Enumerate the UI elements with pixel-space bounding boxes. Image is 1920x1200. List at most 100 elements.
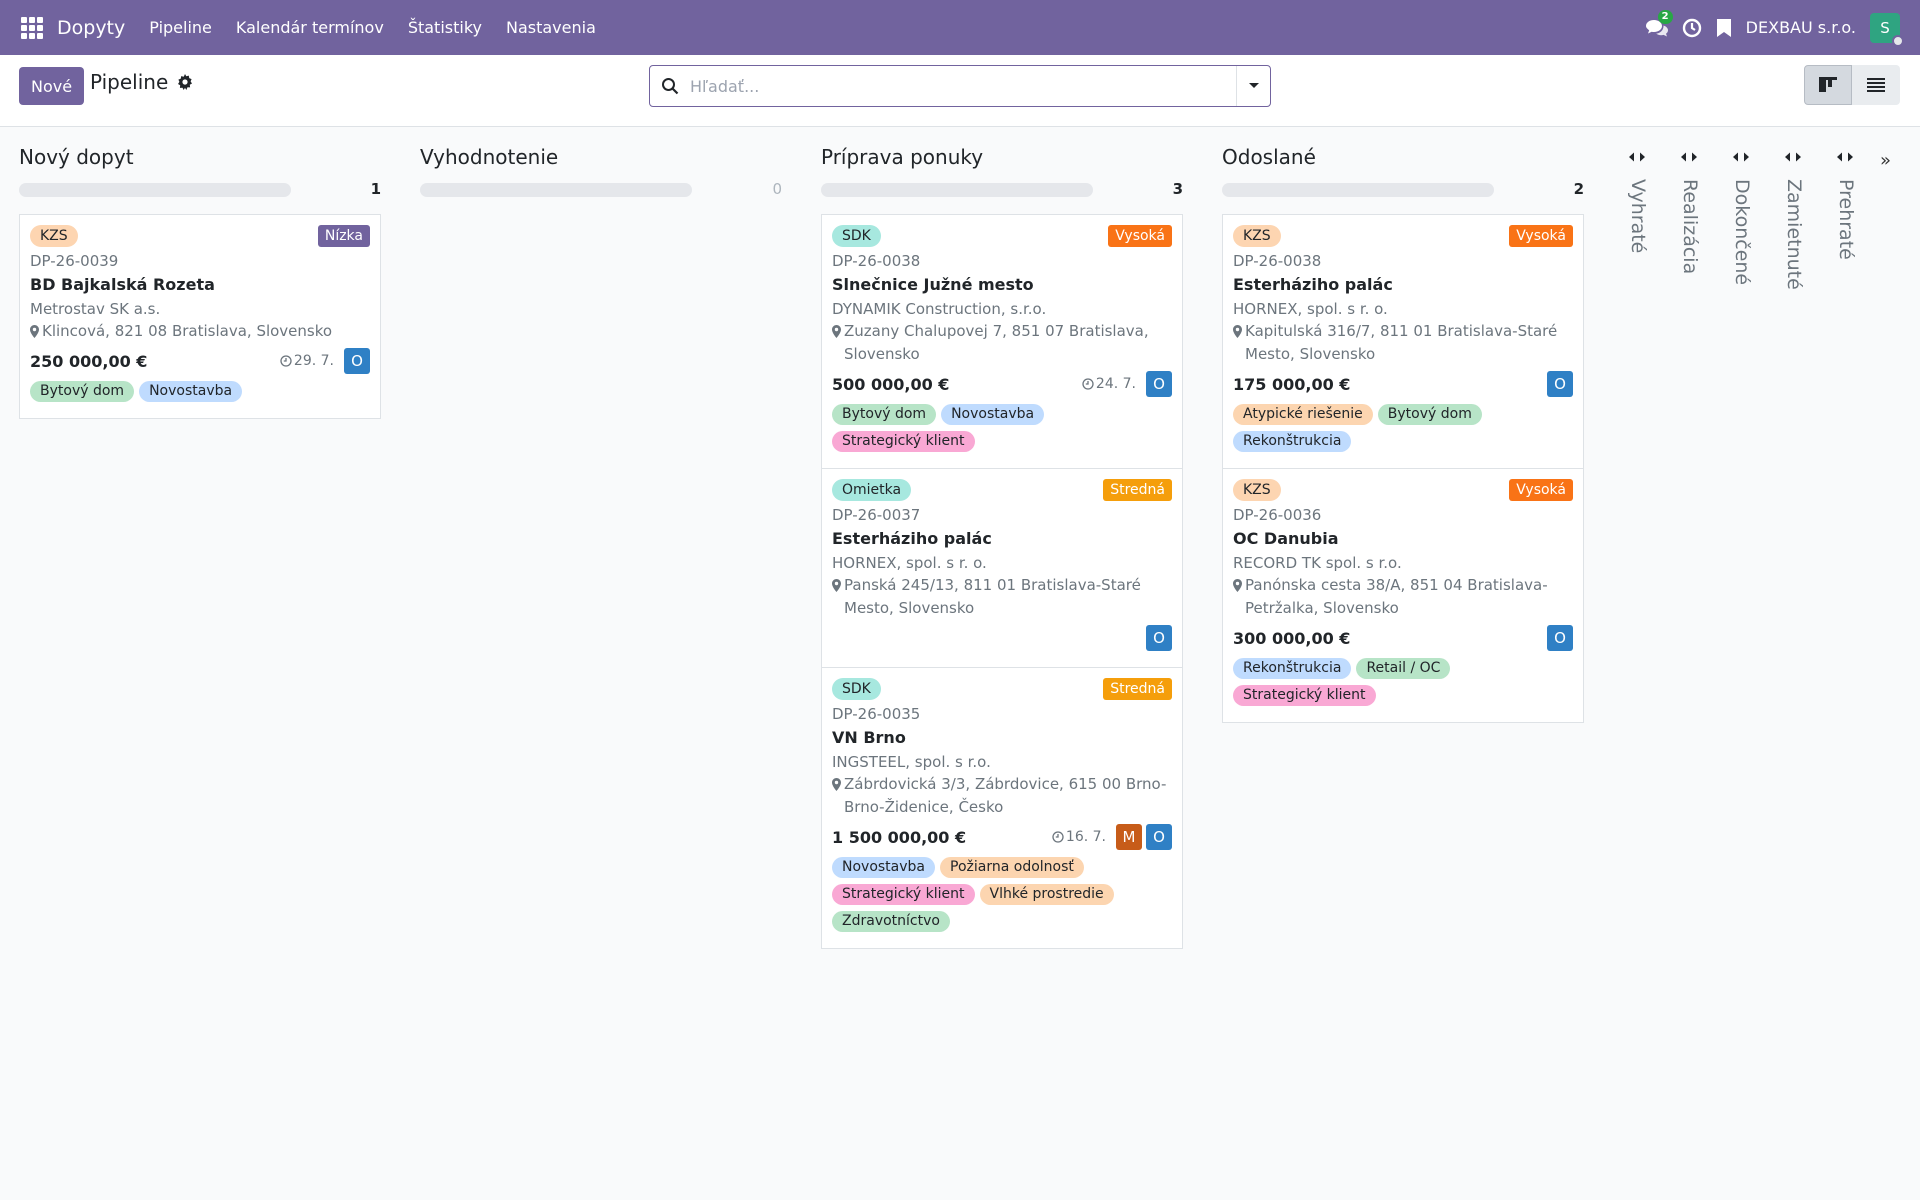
- column-count: 2: [1573, 180, 1584, 198]
- map-marker-icon: [832, 579, 841, 592]
- card-assignees: O: [1543, 625, 1573, 651]
- address-text: Panónska cesta 38/A, 851 04 Bratislava-P…: [1245, 576, 1548, 617]
- user-avatar-o[interactable]: O: [1146, 371, 1172, 397]
- tag: Požiarna odolnosť: [940, 857, 1084, 878]
- address: Panská 245/13, 811 01 Bratislava-Staré M…: [832, 574, 1172, 620]
- user-avatar-o[interactable]: O: [1547, 625, 1573, 651]
- reference-number: DP-26-0037: [832, 506, 921, 524]
- column-count: 3: [1172, 180, 1183, 198]
- nav-statistics[interactable]: Štatistiky: [396, 18, 494, 37]
- list-view-button[interactable]: [1852, 65, 1900, 105]
- category-badge: KZS: [1233, 225, 1281, 247]
- tag-list: Atypické riešenie Bytový dom Rekonštrukcia: [1233, 404, 1573, 458]
- nav-calendar[interactable]: Kalendár termínov: [224, 18, 396, 37]
- reference-number: DP-26-0035: [832, 705, 921, 723]
- column-title[interactable]: Príprava ponuky: [821, 145, 983, 169]
- folded-column-title: Realizácia: [1679, 179, 1701, 275]
- search-input[interactable]: [690, 76, 1236, 96]
- user-avatar-m[interactable]: M: [1116, 824, 1142, 850]
- kanban-column: Nový dopyt 1 KZS Nízka DP-26-0039 BD Bajkalsk…: [19, 127, 381, 419]
- unfold-arrows-icon[interactable]: [1733, 152, 1749, 162]
- opportunity-card[interactable]: SDK Stredná DP-26-0035 VN Brno INGSTEEL, spo…: [821, 667, 1183, 949]
- card-header: SDK Vysoká: [832, 225, 1172, 249]
- kanban-column: Príprava ponuky 3 SDK Vysoká DP-26-0038 Slneč…: [821, 127, 1183, 949]
- column-title[interactable]: Nový dopyt: [19, 145, 134, 169]
- deadline-date: 16. 7.: [1065, 829, 1106, 845]
- deadline: 24. 7.: [1082, 376, 1136, 392]
- priority-badge: Vysoká: [1509, 225, 1573, 247]
- category-badge: Omietka: [832, 479, 912, 501]
- map-marker-icon: [30, 325, 39, 338]
- column-header: Odoslané 2: [1222, 127, 1584, 198]
- opportunity-card[interactable]: SDK Vysoká DP-26-0038 Slnečnice Južné mesto…: [821, 214, 1183, 469]
- card-assignees: O: [1543, 371, 1573, 397]
- reference-number: DP-26-0036: [1233, 506, 1322, 524]
- search-icon[interactable]: [650, 77, 690, 95]
- user-avatar-o[interactable]: O: [1146, 824, 1172, 850]
- folded-column[interactable]: Vyhraté: [1617, 127, 1657, 327]
- reference-number: DP-26-0038: [1233, 252, 1322, 270]
- map-marker-icon: [1233, 579, 1242, 592]
- column-title[interactable]: Odoslané: [1222, 145, 1316, 169]
- top-navbar: Dopyty Pipeline Kalendár termínov Štatis…: [0, 0, 1920, 55]
- folded-column[interactable]: Zamietnuté: [1773, 127, 1813, 327]
- project-name: Esterháziho palác: [832, 529, 992, 548]
- folded-column-title: Prehraté: [1835, 179, 1857, 260]
- expand-all-columns-button[interactable]: »: [1880, 150, 1891, 171]
- nav-settings[interactable]: Nastavenia: [494, 18, 608, 37]
- address-text: Zuzany Chalupovej 7, 851 07 Bratislava, …: [844, 322, 1149, 363]
- unfold-arrows-icon[interactable]: [1785, 152, 1801, 162]
- kanban-column: Vyhodnotenie 0: [420, 127, 782, 198]
- card-assignees: O: [1142, 625, 1172, 651]
- folded-column-title: Dokončené: [1731, 179, 1753, 286]
- search-options-toggle[interactable]: [1236, 66, 1270, 106]
- messages-icon[interactable]: 2: [1645, 9, 1673, 38]
- column-progress-bar: [821, 183, 1093, 197]
- activity-clock-icon[interactable]: [1682, 18, 1702, 38]
- opportunity-card[interactable]: KZS Vysoká DP-26-0038 Esterháziho palác HORN…: [1222, 214, 1584, 469]
- tag: Zdravotníctvo: [832, 911, 950, 932]
- clock-icon: [1052, 831, 1064, 843]
- folded-column[interactable]: Dokončené: [1721, 127, 1761, 327]
- column-header: Nový dopyt 1: [19, 127, 381, 198]
- company-switcher[interactable]: DEXBAU s.r.o.: [1746, 18, 1856, 37]
- kanban-view-button[interactable]: [1804, 65, 1852, 105]
- search-bar: [649, 65, 1271, 107]
- unfold-arrows-icon[interactable]: [1681, 152, 1697, 162]
- card-header: SDK Stredná: [832, 678, 1172, 702]
- card-header: KZS Vysoká: [1233, 479, 1573, 503]
- customer-name: DYNAMIK Construction, s.r.o.: [832, 300, 1047, 318]
- folded-column-title: Vyhraté: [1627, 179, 1649, 254]
- folded-column[interactable]: Realizácia: [1669, 127, 1709, 327]
- bookmark-icon[interactable]: [1716, 18, 1732, 38]
- customer-name: Metrostav SK a.s.: [30, 300, 161, 318]
- gear-icon[interactable]: [177, 74, 193, 90]
- user-avatar-o[interactable]: O: [344, 348, 370, 374]
- unfold-arrows-icon[interactable]: [1629, 152, 1645, 162]
- opportunity-card[interactable]: KZS Vysoká DP-26-0036 OC Danubia RECORD TK s…: [1222, 468, 1584, 723]
- app-name[interactable]: Dopyty: [57, 17, 125, 39]
- tag: Bytový dom: [832, 404, 937, 425]
- app-menu-grid-icon[interactable]: [21, 16, 43, 39]
- card-assignees: 16. 7. M O: [1052, 824, 1172, 850]
- category-badge: KZS: [1233, 479, 1281, 501]
- opportunity-card[interactable]: Omietka Stredná DP-26-0037 Esterháziho palá…: [821, 468, 1183, 668]
- opportunity-card[interactable]: KZS Nízka DP-26-0039 BD Bajkalská Rozeta Met…: [19, 214, 381, 419]
- column-title[interactable]: Vyhodnotenie: [420, 145, 558, 169]
- reference-number: DP-26-0039: [30, 252, 119, 270]
- nav-pipeline[interactable]: Pipeline: [137, 18, 224, 37]
- user-avatar-initial: S: [1880, 18, 1890, 37]
- map-marker-icon: [1233, 325, 1242, 338]
- priority-badge: Stredná: [1103, 678, 1172, 700]
- user-avatar-o[interactable]: O: [1547, 371, 1573, 397]
- user-avatar[interactable]: S: [1870, 12, 1904, 47]
- new-button[interactable]: Nové: [19, 67, 85, 105]
- user-avatar-o[interactable]: O: [1146, 625, 1172, 651]
- tag: Novostavba: [139, 381, 243, 402]
- unfold-arrows-icon[interactable]: [1837, 152, 1853, 162]
- column-progress-bar: [1222, 183, 1494, 197]
- priority-badge: Nízka: [317, 225, 370, 247]
- address: Panónska cesta 38/A, 851 04 Bratislava-P…: [1233, 574, 1573, 620]
- folded-column[interactable]: Prehraté: [1825, 127, 1865, 327]
- column-header: Vyhodnotenie 0: [420, 127, 782, 198]
